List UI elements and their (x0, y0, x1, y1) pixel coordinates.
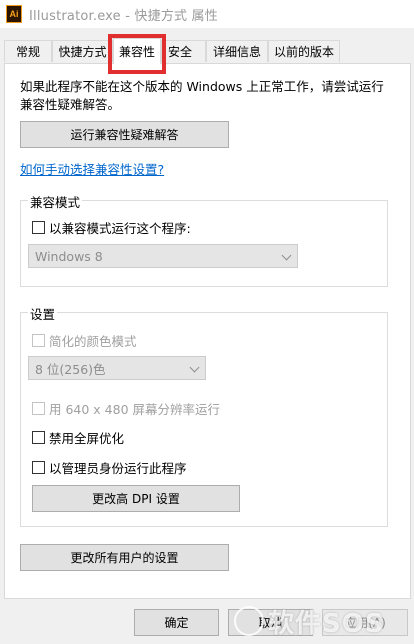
run-as-admin-checkbox-row[interactable]: 以管理员身份运行此程序 (32, 458, 187, 477)
res-640-checkbox[interactable] (32, 402, 45, 415)
tab-compatibility[interactable]: 兼容性 (113, 38, 161, 64)
tab-general[interactable]: 常规 (4, 40, 52, 62)
run-as-admin-checkbox[interactable] (32, 461, 45, 474)
compat-mode-checkbox-row[interactable]: 以兼容模式运行这个程序: (32, 218, 191, 237)
tab-details[interactable]: 详细信息 (206, 40, 268, 62)
tab-strip: 常规 快捷方式 兼容性 安全 详细信息 以前的版本 (0, 38, 414, 64)
change-dpi-button[interactable]: 更改高 DPI 设置 (32, 485, 240, 512)
apply-button[interactable]: 应用(A) (322, 609, 408, 636)
color-depth-select-value: 8 位(256)色 (35, 361, 106, 377)
title-bar: Ai Illustrator.exe - 快捷方式 属性 (0, 0, 414, 28)
change-all-users-button[interactable]: 更改所有用户的设置 (20, 544, 229, 571)
tab-previous-versions[interactable]: 以前的版本 (268, 40, 340, 62)
reduced-color-checkbox[interactable] (32, 334, 45, 347)
ok-button[interactable]: 确定 (134, 609, 219, 636)
res-640-checkbox-row[interactable]: 用 640 x 480 屏幕分辨率运行 (32, 399, 220, 418)
reduced-color-checkbox-row[interactable]: 简化的颜色模式 (32, 331, 137, 350)
run-as-admin-label: 以管理员身份运行此程序 (49, 461, 187, 476)
color-depth-select[interactable]: 8 位(256)色 (28, 356, 206, 380)
compat-os-select[interactable]: Windows 8 (28, 244, 298, 268)
cancel-button[interactable]: 取消 (228, 609, 313, 636)
run-troubleshooter-button[interactable]: 运行兼容性疑难解答 (20, 121, 229, 148)
chevron-down-icon (281, 250, 292, 261)
res-640-label: 用 640 x 480 屏幕分辨率运行 (49, 402, 221, 417)
intro-text: 如果此程序不能在这个版本的 Windows 上正常工作，请尝试运行兼容性疑难解答… (20, 79, 384, 112)
chevron-down-icon (189, 362, 200, 373)
reduced-color-label: 简化的颜色模式 (49, 334, 137, 349)
tab-shortcut[interactable]: 快捷方式 (52, 40, 113, 62)
illustrator-app-icon: Ai (6, 5, 22, 23)
compat-mode-label: 兼容模式 (28, 192, 83, 211)
compat-os-select-value: Windows 8 (35, 248, 103, 264)
tab-security[interactable]: 安全 (161, 40, 206, 62)
compat-mode-checkbox[interactable] (32, 221, 45, 234)
disable-fullscreen-checkbox-row[interactable]: 禁用全屏优化 (32, 428, 124, 447)
disable-fullscreen-label: 禁用全屏优化 (49, 431, 125, 446)
manual-settings-link[interactable]: 如何手动选择兼容性设置? (20, 159, 164, 178)
app-icon-label: Ai (9, 9, 19, 19)
disable-fullscreen-checkbox[interactable] (32, 431, 45, 444)
window-title: Illustrator.exe - 快捷方式 属性 (29, 8, 218, 24)
settings-label: 设置 (28, 304, 58, 323)
compat-mode-checkbox-label: 以兼容模式运行这个程序: (49, 221, 191, 236)
